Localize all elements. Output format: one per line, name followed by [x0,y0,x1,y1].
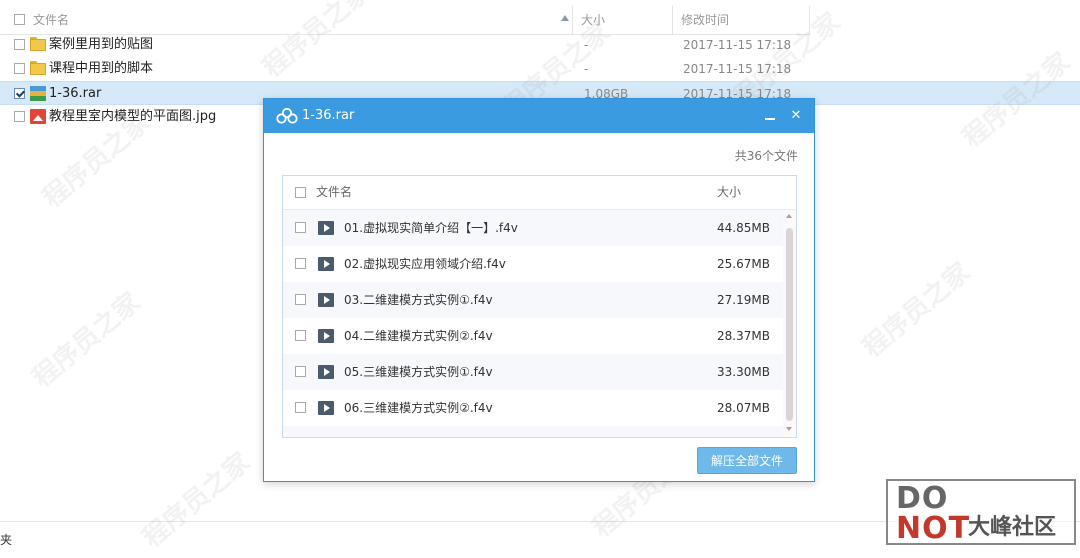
item-size: 28.37MB [717,329,770,343]
video-file-icon [318,365,334,379]
video-file-icon [318,401,334,415]
item-checkbox[interactable] [295,402,306,413]
item-checkbox[interactable] [295,330,306,341]
archive-item[interactable]: 01.虚拟现实简单介绍【一】.f4v 44.85MB [283,210,783,246]
file-name[interactable]: 1-36.rar [49,82,101,106]
item-name: 02.虚拟现实应用领域介绍.f4v [344,257,506,271]
file-name[interactable]: 教程里室内模型的平面图.jpg [49,105,216,129]
row-checkbox[interactable] [14,39,25,50]
row-checkbox[interactable] [14,111,25,122]
scroll-up-arrow-icon[interactable] [786,214,792,218]
video-file-icon [318,293,334,307]
logo-site-name: 大峰社区 [968,515,1057,540]
file-name[interactable]: 案例里用到的贴图 [49,33,153,57]
vertical-scrollbar[interactable] [783,210,796,437]
column-name-label: 文件名 [33,13,70,27]
folder-icon [30,37,46,52]
item-size: 33.30MB [717,365,770,379]
minimize-button[interactable] [761,107,779,125]
archive-item[interactable]: 06.三维建模方式实例②.f4v 28.07MB [283,390,783,426]
column-size-label[interactable]: 大小 [717,176,741,209]
file-size: - [584,38,589,52]
item-size: 11.07MB [717,426,770,437]
video-file-icon [318,221,334,235]
file-count: 共36个文件 [734,149,798,163]
column-modified-header[interactable]: 修改时间 [673,6,810,34]
column-name-header[interactable]: 文件名 [0,6,573,34]
status-text: 夹 [0,533,13,547]
video-file-icon [318,257,334,271]
sort-ascending-icon[interactable] [561,15,569,21]
file-name[interactable]: 课程中用到的脚本 [49,57,153,81]
column-size-label: 大小 [581,13,606,27]
watermark-logo: DO NOT 大峰社区 [886,479,1076,546]
item-name: 05.三维建模方式实例①.f4v [344,365,493,379]
list-header: 文件名 大小 修改时间 [0,6,810,35]
cloud-icon [276,108,298,124]
folder-icon [30,61,46,76]
file-row-scripts-folder[interactable]: 课程中用到的脚本 - 2017-11-15 17:18 [0,57,1080,81]
column-modified-label: 修改时间 [681,13,730,27]
row-checkbox[interactable] [14,63,25,74]
file-modified: 2017-11-15 17:18 [683,38,792,52]
column-name-label[interactable]: 文件名 [316,176,352,209]
row-checkbox-checked[interactable] [14,88,25,99]
file-modified: 2017-11-15 17:18 [683,62,792,76]
item-checkbox[interactable] [295,258,306,269]
select-all-checkbox[interactable] [295,187,306,198]
scrollbar-thumb[interactable] [786,228,793,421]
archive-item[interactable]: 04.二维建模方式实例②.f4v 28.37MB [283,318,783,354]
file-size: - [584,62,589,76]
archive-table-header: 文件名 大小 [283,176,796,210]
scroll-down-arrow-icon[interactable] [786,427,792,431]
archive-preview-dialog: 1-36.rar ✕ 共36个文件 文件名 大小 01.虚拟现实简单介绍【一】.… [263,98,815,482]
archive-item[interactable]: 02.虚拟现实应用领域介绍.f4v 25.67MB [283,246,783,282]
image-file-icon [30,109,46,124]
archive-item[interactable]: 03.二维建模方式实例①.f4v 27.19MB [283,282,783,318]
item-name: 04.二维建模方式实例②.f4v [344,329,493,343]
item-name: 01.虚拟现实简单介绍【一】.f4v [344,221,518,235]
logo-text-bottom: NOT [896,511,971,546]
item-name: 03.二维建模方式实例①.f4v [344,293,493,307]
column-size-header[interactable]: 大小 [573,6,673,34]
item-name: 07.贴图Unity中实现的一个简单介绍 [344,426,539,437]
archive-item[interactable]: 05.三维建模方式实例①.f4v 33.30MB [283,354,783,390]
dialog-title: 1-36.rar [302,108,355,123]
video-file-icon [318,437,334,438]
extract-all-button[interactable]: 解压全部文件 [697,447,797,474]
item-checkbox[interactable] [295,366,306,377]
file-row-textures-folder[interactable]: 案例里用到的贴图 - 2017-11-15 17:18 [0,33,1080,57]
minimize-icon [765,118,775,120]
item-size: 28.07MB [717,401,770,415]
close-button[interactable]: ✕ [787,107,805,125]
video-file-icon [318,329,334,343]
archive-file-table: 文件名 大小 01.虚拟现实简单介绍【一】.f4v 44.85MB 02.虚拟现… [282,175,797,438]
item-size: 27.19MB [717,293,770,307]
rar-archive-icon [30,86,46,101]
archive-item[interactable]: 07.贴图Unity中实现的一个简单介绍 11.07MB [283,426,783,438]
item-checkbox[interactable] [295,222,306,233]
item-name: 06.三维建模方式实例②.f4v [344,401,493,415]
item-size: 25.67MB [717,257,770,271]
item-size: 44.85MB [717,221,770,235]
item-checkbox[interactable] [295,294,306,305]
select-all-checkbox[interactable] [14,14,25,25]
dialog-titlebar[interactable]: 1-36.rar ✕ [264,99,814,133]
